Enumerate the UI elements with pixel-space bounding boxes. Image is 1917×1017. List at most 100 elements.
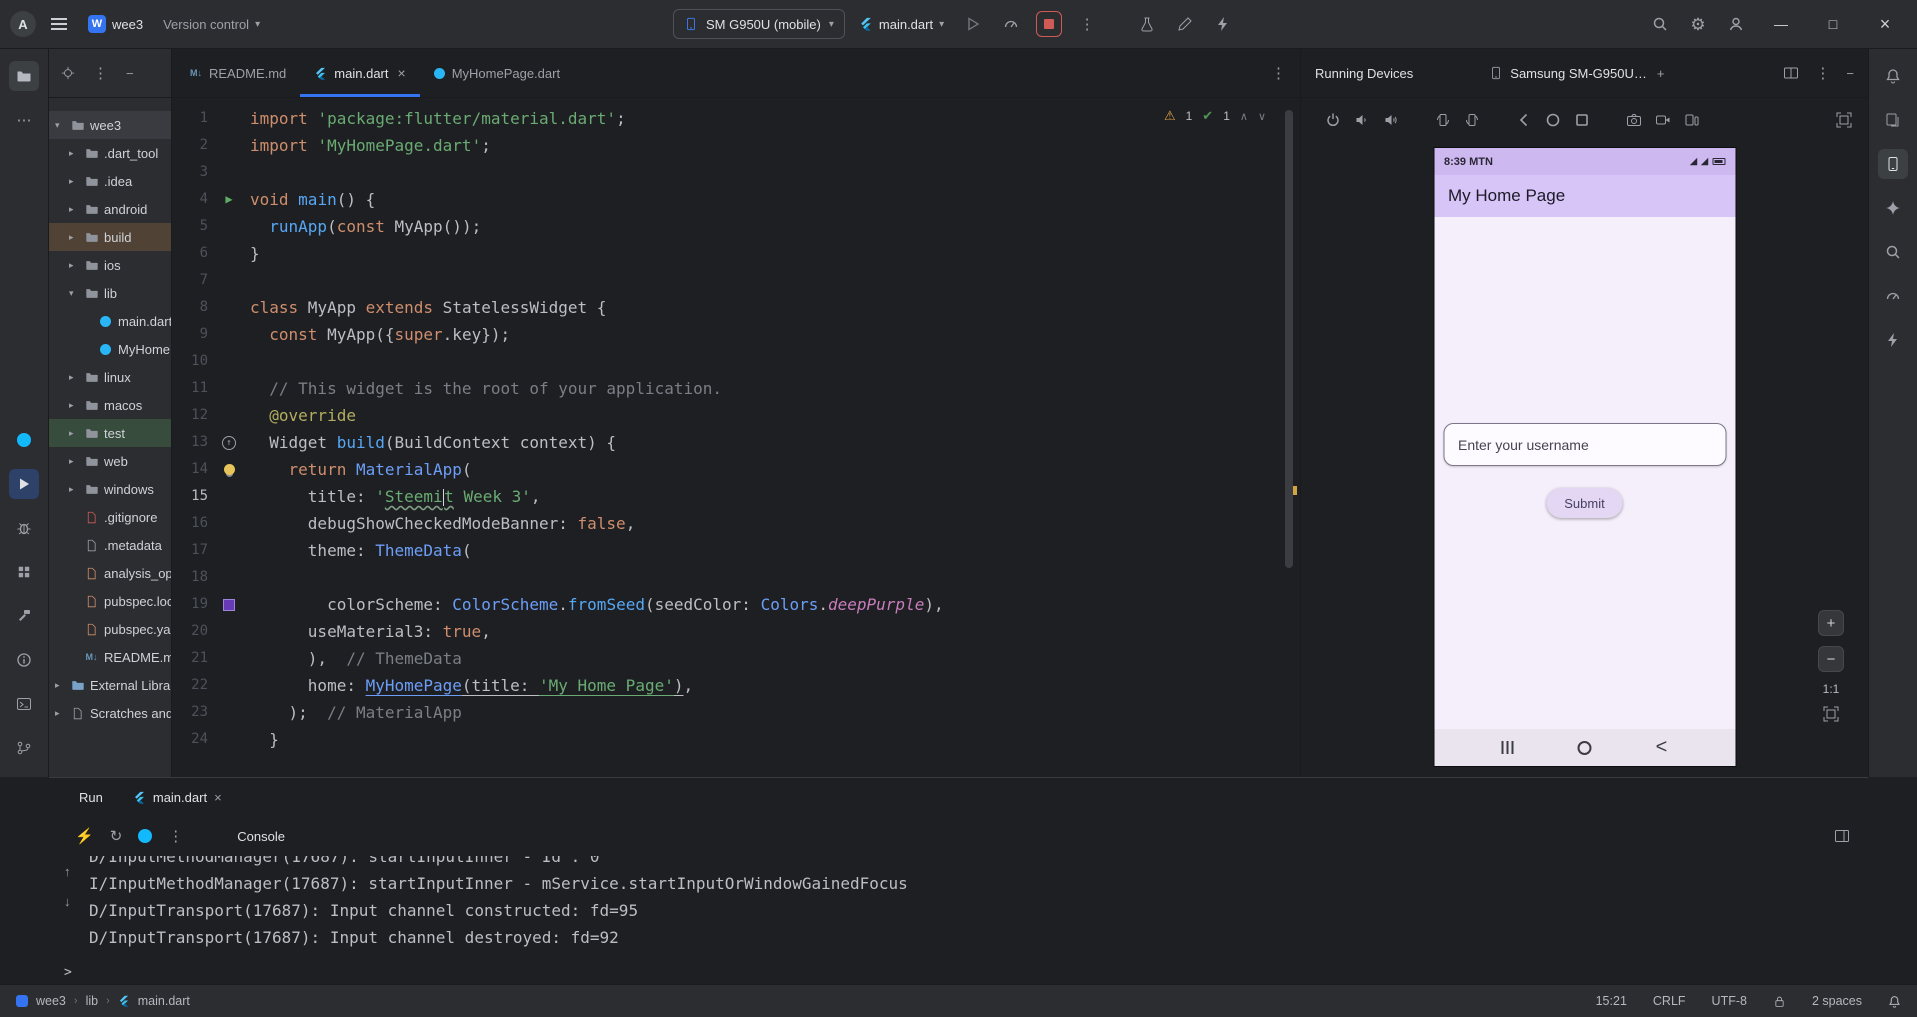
services-tool-button[interactable] — [9, 557, 39, 587]
settings-button[interactable]: ⚙ — [1683, 9, 1713, 39]
tab-main-dart[interactable]: main.dart × — [300, 49, 421, 97]
inspection-widget[interactable]: ⚠ 1 ✔ 1 ∧ ∨ — [1164, 108, 1266, 124]
code-line[interactable]: 9 const MyApp({super.key}); — [172, 321, 1300, 348]
gemini-button[interactable] — [1878, 193, 1908, 223]
code-line[interactable]: 20 useMaterial3: true, — [172, 618, 1300, 645]
close-tab-icon[interactable]: × — [214, 790, 222, 805]
logcat-button[interactable] — [1878, 105, 1908, 135]
tree-item[interactable]: ▾ wee3 — [49, 111, 171, 139]
tree-item[interactable]: ▸ ios — [49, 251, 171, 279]
notifications-button[interactable] — [1878, 61, 1908, 91]
device-screen[interactable]: 8:39 MTN ◢ ◢ My Home Page Enter your use… — [1433, 147, 1736, 767]
tree-item[interactable]: ▸ windows — [49, 475, 171, 503]
breadcrumb-project[interactable]: wee3 — [36, 994, 66, 1008]
breadcrumb-folder[interactable]: lib — [86, 994, 99, 1008]
run-configuration[interactable]: main.dart ▾ — [853, 13, 950, 36]
color-preview-icon[interactable] — [223, 598, 235, 611]
vcs-widget[interactable]: Version control ▾ — [157, 13, 266, 36]
next-problem-icon[interactable]: ∨ — [1258, 110, 1266, 123]
app-insights-button[interactable] — [1878, 281, 1908, 311]
console-area[interactable]: ↑ ↓ > D/InputMethodManager(17687): start… — [49, 856, 1868, 984]
power-icon[interactable] — [1325, 112, 1341, 128]
hide-panel-icon[interactable]: − — [126, 66, 134, 81]
caret-position[interactable]: 15:21 — [1596, 994, 1627, 1008]
fold-device-icon[interactable] — [1684, 112, 1700, 128]
apply-changes-button[interactable] — [1208, 9, 1238, 39]
search-everywhere-button[interactable] — [1645, 9, 1675, 39]
scroll-up-icon[interactable]: ↑ — [64, 864, 71, 879]
tree-item[interactable]: ▸ .dart_tool — [49, 139, 171, 167]
code-line[interactable]: 24 } — [172, 726, 1300, 753]
tree-item[interactable]: analysis_options.yaml — [49, 559, 171, 587]
stop-button[interactable] — [1034, 9, 1064, 39]
maximize-button[interactable]: □ — [1811, 0, 1855, 49]
tree-item[interactable]: ▸ External Libraries — [49, 671, 171, 699]
zoom-level[interactable]: 1:1 — [1823, 682, 1840, 696]
close-button[interactable]: × — [1863, 0, 1907, 49]
run-line-icon[interactable]: ▶ — [225, 186, 232, 213]
tree-item[interactable]: ▾ lib — [49, 279, 171, 307]
code-line[interactable]: 13 ↑ Widget build(BuildContext context) { — [172, 429, 1300, 456]
warning-stripe-mark[interactable] — [1293, 486, 1297, 495]
add-device-tab-icon[interactable]: + — [1657, 66, 1665, 81]
tree-item[interactable]: ▸ Scratches and Consoles — [49, 699, 171, 727]
tree-item[interactable]: ▸ test — [49, 419, 171, 447]
code-line[interactable]: 8 class MyApp extends StatelessWidget { — [172, 294, 1300, 321]
zoom-out-button[interactable]: − — [1818, 646, 1844, 672]
code-line[interactable]: 10 — [172, 348, 1300, 375]
rotate-left-icon[interactable] — [1435, 112, 1451, 128]
tab-options-icon[interactable]: ⋮ — [1271, 66, 1286, 81]
code-line[interactable]: 19 colorScheme: ColorScheme.fromSeed(see… — [172, 591, 1300, 618]
code-line[interactable]: 6} — [172, 240, 1300, 267]
tree-item[interactable]: main.dart — [49, 307, 171, 335]
code-line[interactable]: 21 ), // ThemeData — [172, 645, 1300, 672]
android-home-icon[interactable] — [1545, 112, 1561, 128]
android-overview-icon[interactable] — [1574, 112, 1590, 128]
line-ending[interactable]: CRLF — [1653, 994, 1686, 1008]
file-encoding[interactable]: UTF-8 — [1712, 994, 1747, 1008]
profiler-button[interactable] — [996, 9, 1026, 39]
intention-bulb-icon[interactable] — [223, 464, 235, 475]
screenshot-icon[interactable] — [1626, 112, 1642, 128]
running-devices-button[interactable] — [1878, 149, 1908, 179]
tree-item[interactable]: ▸ macos — [49, 391, 171, 419]
frame-capture-icon[interactable] — [1836, 112, 1852, 128]
project-widget[interactable]: W wee3 — [82, 11, 149, 37]
edit-button[interactable] — [1170, 9, 1200, 39]
editor-scrollbar[interactable] — [1285, 110, 1293, 568]
run-tool-button[interactable] — [9, 469, 39, 499]
rerun-icon[interactable]: ↻ — [110, 829, 123, 844]
home-nav-icon[interactable] — [1577, 740, 1592, 755]
tree-item[interactable]: ▸ .idea — [49, 167, 171, 195]
device-tab[interactable]: Samsung SM-G950U… — [1489, 66, 1647, 81]
assistant-button[interactable] — [1878, 325, 1908, 355]
device-selector[interactable]: SM G950U (mobile) ▾ — [672, 9, 845, 39]
tree-item[interactable]: pubspec.yaml — [49, 615, 171, 643]
problems-tool-button[interactable] — [9, 645, 39, 675]
profile-button[interactable] — [1721, 9, 1751, 39]
hide-panel-icon[interactable]: − — [1846, 66, 1854, 81]
code-editor[interactable]: 1 import 'package:flutter/material.dart';… — [172, 98, 1300, 777]
tree-item[interactable]: pubspec.lock — [49, 587, 171, 615]
code-line[interactable]: 23 ); // MaterialApp — [172, 699, 1300, 726]
scroll-down-icon[interactable]: ↓ — [64, 894, 71, 909]
panel-options-icon[interactable]: ⋮ — [1815, 66, 1830, 81]
code-line[interactable]: 5 runApp(const MyApp()); — [172, 213, 1300, 240]
minimize-button[interactable]: — — [1759, 0, 1803, 49]
code-line[interactable]: 1 import 'package:flutter/material.dart'; — [172, 105, 1300, 132]
code-line[interactable]: 17 theme: ThemeData( — [172, 537, 1300, 564]
notifications-icon[interactable] — [1888, 995, 1901, 1008]
build-tool-button[interactable] — [9, 601, 39, 631]
more-run-actions-button[interactable]: ⋮ — [1072, 9, 1102, 39]
kebab-icon[interactable]: ⋮ — [93, 66, 108, 81]
recents-nav-icon[interactable] — [1501, 741, 1514, 754]
code-line[interactable]: 2 import 'MyHomePage.dart'; — [172, 132, 1300, 159]
terminal-tool-button[interactable] — [9, 689, 39, 719]
screen-record-icon[interactable] — [1655, 112, 1671, 128]
code-line[interactable]: 22 home: MyHomePage(title: 'My Home Page… — [172, 672, 1300, 699]
tab-myhomepage-dart[interactable]: MyHomePage.dart — [420, 49, 574, 97]
locate-file-icon[interactable] — [61, 66, 75, 80]
prev-problem-icon[interactable]: ∧ — [1240, 110, 1248, 123]
profiler-sessions-button[interactable] — [1132, 9, 1162, 39]
run-button[interactable] — [958, 9, 988, 39]
